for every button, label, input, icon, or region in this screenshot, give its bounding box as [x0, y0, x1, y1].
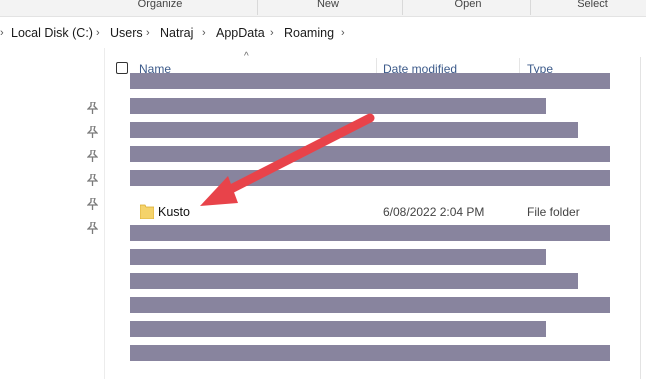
item-type: File folder	[527, 205, 580, 219]
select-all-checkbox[interactable]	[116, 62, 128, 74]
redacted-row[interactable]	[130, 122, 578, 138]
folder-icon	[140, 204, 154, 219]
redacted-row[interactable]	[130, 297, 610, 313]
redacted-row[interactable]	[130, 249, 546, 265]
chevron-right-icon[interactable]: ›	[0, 27, 4, 39]
redacted-row[interactable]	[130, 273, 578, 289]
pin-icon[interactable]	[87, 126, 98, 138]
ribbon-separator	[257, 0, 258, 15]
item-date-modified: 6/08/2022 2:04 PM	[383, 205, 485, 219]
pin-icon[interactable]	[87, 102, 98, 114]
new-group[interactable]: New	[278, 0, 378, 16]
redacted-row[interactable]	[130, 73, 610, 89]
pin-icon[interactable]	[87, 222, 98, 234]
chevron-right-icon[interactable]: ›	[96, 27, 100, 39]
ribbon-separator	[402, 0, 403, 15]
chevron-right-icon[interactable]: ›	[341, 27, 345, 39]
pin-icon[interactable]	[87, 198, 98, 210]
redacted-row[interactable]	[130, 321, 546, 337]
command-ribbon: Organize New Open Select	[0, 0, 646, 17]
redacted-row[interactable]	[130, 225, 610, 241]
open-group[interactable]: Open	[418, 0, 518, 16]
chevron-right-icon[interactable]: ›	[202, 27, 206, 39]
redacted-row[interactable]	[130, 146, 610, 162]
organize-group[interactable]: Organize	[110, 0, 210, 16]
pin-icon[interactable]	[87, 174, 98, 186]
scrollbar[interactable]	[640, 57, 641, 379]
pin-icon[interactable]	[87, 150, 98, 162]
breadcrumb-appdata[interactable]: AppData	[216, 26, 265, 40]
chevron-right-icon[interactable]: ›	[270, 27, 274, 39]
sort-up-icon: ^	[244, 51, 249, 62]
breadcrumb-natraj[interactable]: Natraj	[160, 26, 193, 40]
chevron-right-icon[interactable]: ›	[146, 27, 150, 39]
breadcrumb-local-disk[interactable]: Local Disk (C:)	[11, 26, 93, 40]
breadcrumb-roaming[interactable]: Roaming	[284, 26, 334, 40]
navigation-pane	[0, 48, 104, 379]
redacted-row[interactable]	[130, 98, 546, 114]
select-group[interactable]: Select	[545, 0, 640, 16]
ribbon-separator	[530, 0, 531, 15]
list-item-kusto[interactable]: Kusto 6/08/2022 2:04 PM File folder	[130, 202, 610, 222]
breadcrumb-users[interactable]: Users	[110, 26, 143, 40]
redacted-row[interactable]	[130, 170, 610, 186]
pane-divider[interactable]	[104, 48, 105, 379]
redacted-row[interactable]	[130, 345, 610, 361]
breadcrumb[interactable]: › Local Disk (C:) › Users › Natraj › App…	[0, 20, 646, 48]
item-name: Kusto	[158, 205, 190, 219]
